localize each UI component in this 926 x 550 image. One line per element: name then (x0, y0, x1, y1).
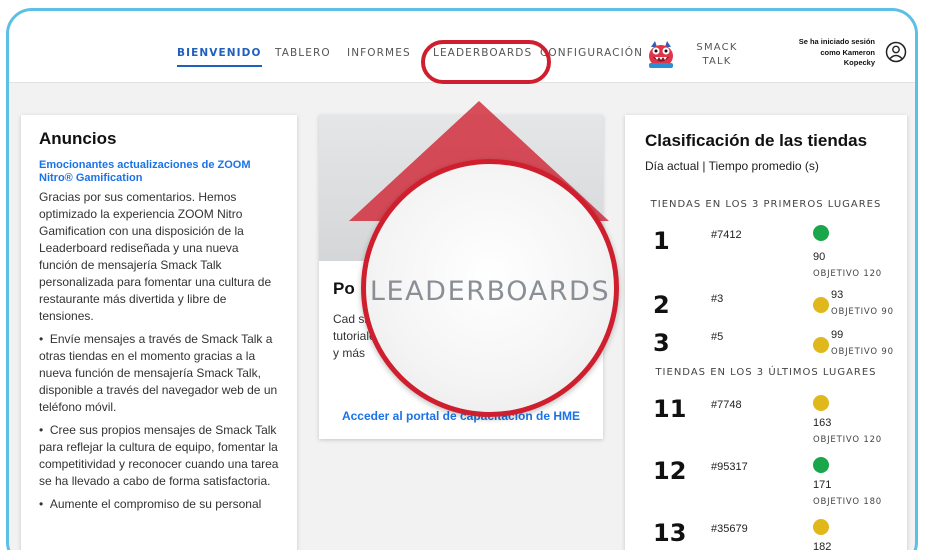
rank-position: 2 (653, 291, 670, 319)
smack-talk-line1: SMACK (696, 42, 738, 53)
rank-store-id: #5 (711, 331, 724, 343)
status-dot-yellow (813, 519, 829, 535)
zoom-magnifier-circle: LEADERBOARDS (361, 159, 619, 417)
smack-talk-link[interactable]: SMACK TALK (689, 41, 745, 69)
announcements-title: Anuncios (39, 129, 117, 148)
rank-goal: OBJETIVO 120 (813, 435, 882, 445)
smack-talk-line2: TALK (702, 56, 732, 67)
nav-tab-tablero[interactable]: TABLERO (275, 47, 331, 59)
nav-tab-bienvenido[interactable]: BIENVENIDO (177, 47, 262, 67)
rank-value: 93 (831, 289, 844, 301)
bullet-text: Envíe mensajes a través de Smack Talk a … (39, 332, 278, 414)
announcement-bullet-2: • Cree sus propios mensajes de Smack Tal… (39, 423, 279, 488)
announcements-card: Anuncios Emocionantes actualizaciones de… (21, 115, 297, 550)
store-ranking-card: Clasificación de las tiendas Día actual … (625, 115, 907, 550)
bullet-text: Aumente el compromiso de su personal (49, 497, 262, 511)
rank-store-id: #35679 (711, 523, 748, 535)
status-dot-yellow (813, 337, 829, 353)
rank-position: 12 (653, 457, 687, 485)
announcement-paragraph: Gracias por sus comentarios. Hemos optim… (39, 190, 272, 323)
rank-value: 182 (813, 541, 832, 550)
login-line1: Se ha iniciado sesión (798, 37, 875, 46)
ranking-subtitle[interactable]: Día actual | Tiempo promedio (s) (645, 159, 819, 173)
announcement-bullet-1: • Envíe mensajes a través de Smack Talk … (39, 332, 278, 414)
rank-value: 163 (813, 417, 832, 429)
monster-icon[interactable] (646, 39, 676, 69)
rank-position: 3 (653, 329, 670, 357)
status-dot-yellow (813, 297, 829, 313)
rank-goal: OBJETIVO 90 (831, 347, 894, 357)
status-dot-green (813, 457, 829, 473)
rank-position: 11 (653, 395, 687, 423)
rank-value: 171 (813, 479, 832, 491)
rank-store-id: #3 (711, 293, 724, 305)
announcement-link[interactable]: Emocionantes actualizaciones de ZOOM Nit… (39, 159, 279, 185)
rank-value: 90 (813, 251, 826, 263)
status-dot-yellow (813, 395, 829, 411)
leaderboards-highlight-oval (421, 40, 551, 84)
status-dot-green (813, 225, 829, 241)
zoomed-leaderboards-label: LEADERBOARDS (369, 276, 611, 307)
rank-value: 99 (831, 329, 844, 341)
bottom-stores-heading: TIENDAS EN LOS 3 ÚLTIMOS LUGARES (655, 367, 877, 378)
login-line3: Kopecky (843, 58, 875, 67)
rank-position: 13 (653, 519, 687, 547)
ranking-title: Clasificación de las tiendas (645, 131, 868, 150)
rank-position: 1 (653, 227, 670, 255)
login-status: Se ha iniciado sesión como Kameron Kopec… (769, 37, 875, 69)
rank-goal: OBJETIVO 120 (813, 269, 882, 279)
announcement-bullet-3: • Aumente el compromiso de su personal (39, 497, 262, 511)
app-frame: BIENVENIDO TABLERO INFORMES LEADERBOARDS… (6, 8, 918, 550)
top-stores-heading: TIENDAS EN LOS 3 PRIMEROS LUGARES (650, 199, 882, 210)
rank-store-id: #7748 (711, 399, 742, 411)
rank-store-id: #7412 (711, 229, 742, 241)
rank-goal: OBJETIVO 180 (813, 497, 882, 507)
nav-tab-informes[interactable]: INFORMES (347, 47, 411, 59)
login-line2: como Kameron (820, 47, 875, 57)
nav-tab-configuracion[interactable]: CONFIGURACIÓN (540, 47, 643, 59)
rank-store-id: #95317 (711, 461, 748, 473)
bullet-text: Cree sus propios mensajes de Smack Talk … (39, 423, 279, 488)
rank-goal: OBJETIVO 90 (831, 307, 894, 317)
user-circle-icon[interactable] (885, 41, 907, 63)
